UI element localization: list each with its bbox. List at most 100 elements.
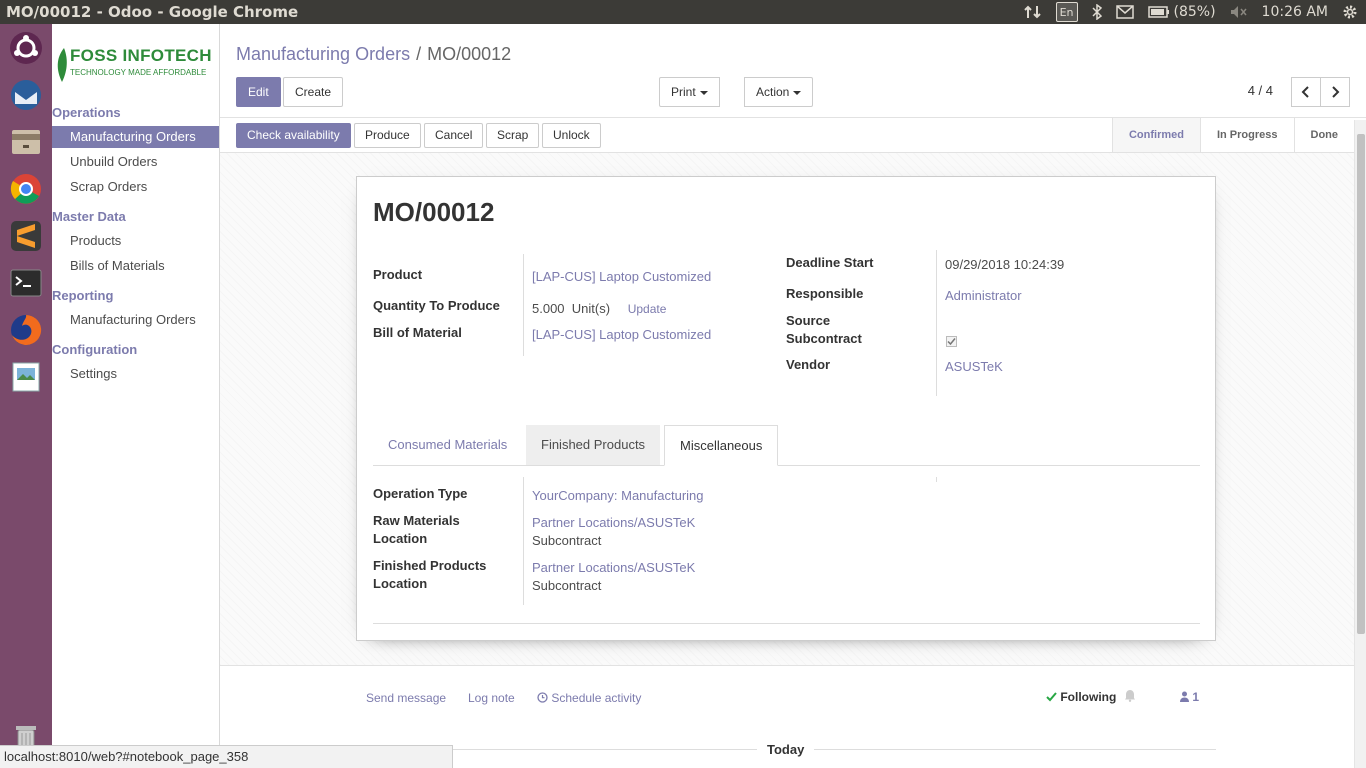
print-label: Print (671, 85, 696, 99)
ubuntu-dash-icon[interactable] (6, 28, 46, 68)
cancel-button[interactable]: Cancel (424, 123, 484, 148)
print-dropdown[interactable]: Print (659, 77, 720, 107)
image-viewer-icon[interactable] (6, 357, 46, 397)
menu-item-manufacturing-orders[interactable]: Manufacturing Orders (52, 126, 219, 148)
link-status-url: localhost:8010/web?#notebook_page_358 (0, 745, 453, 768)
bluetooth-icon[interactable] (1091, 2, 1102, 22)
volume-muted-icon[interactable] (1230, 2, 1248, 22)
company-logo[interactable]: FOSS INFOTECH TECHNOLOGY MADE AFFORDABLE (52, 42, 212, 92)
raw-materials-location-link[interactable]: Partner Locations/ASUSTeK (532, 514, 695, 532)
battery-icon (1147, 6, 1169, 18)
menu-section-master-data: Master Data (52, 209, 126, 224)
quantity-unit: Unit(s) (571, 301, 611, 316)
left-group-divider (523, 254, 524, 356)
menu-item-reporting-manufacturing-orders[interactable]: Manufacturing Orders (52, 309, 219, 331)
source-subcontract-label-line2: Subcontract (786, 331, 862, 346)
mail-icon[interactable] (1115, 2, 1134, 22)
menu-item-unbuild-orders[interactable]: Unbuild Orders (52, 151, 219, 173)
breadcrumb-separator: / (416, 44, 422, 64)
menu-section-operations: Operations (52, 105, 121, 120)
source-subcontract-label-line1: Source (786, 313, 831, 328)
breadcrumb-manufacturing-orders[interactable]: Manufacturing Orders (236, 44, 410, 64)
product-value[interactable]: [LAP-CUS] Laptop Customized (532, 268, 711, 286)
quantity-value: 5.000 Unit(s) Update (532, 300, 666, 318)
quantity-number: 5.000 (532, 301, 565, 316)
scrollbar-thumb[interactable] (1357, 134, 1365, 634)
finished-products-location-sub: Subcontract (532, 578, 602, 593)
action-dropdown[interactable]: Action (744, 77, 814, 107)
clock[interactable]: 10:26 AM (1262, 2, 1328, 22)
firefox-icon[interactable] (6, 310, 46, 350)
chevron-right-icon (1332, 86, 1340, 98)
finished-products-location-label-line1: Finished Products (373, 558, 487, 573)
sublime-text-icon[interactable] (6, 216, 46, 256)
tab-miscellaneous[interactable]: Miscellaneous (664, 425, 779, 466)
menu-section-configuration: Configuration (52, 342, 138, 357)
quantity-update-link[interactable]: Update (628, 302, 667, 316)
followers-count: 1 (1192, 690, 1200, 704)
breadcrumb: Manufacturing Orders / MO/00012 (236, 44, 511, 65)
source-subcontract-checkbox[interactable] (946, 336, 957, 347)
keyboard-layout-indicator[interactable]: En (1055, 2, 1078, 22)
battery-indicator[interactable]: (85%) (1147, 2, 1216, 22)
schedule-activity-label: Schedule activity (551, 691, 642, 705)
followers-button[interactable]: 1 (1180, 690, 1199, 704)
tab-consumed-materials[interactable]: Consumed Materials (373, 425, 522, 465)
pager-previous-button[interactable] (1291, 77, 1321, 107)
check-availability-button[interactable]: Check availability (236, 123, 351, 148)
tab-finished-products[interactable]: Finished Products (526, 425, 661, 465)
form-statusbar: Check availability Produce Cancel Scrap … (220, 117, 1366, 153)
thunderbird-icon[interactable] (6, 75, 46, 115)
edit-button[interactable]: Edit (236, 77, 281, 107)
chrome-icon[interactable] (6, 169, 46, 209)
bell-icon[interactable] (1124, 689, 1136, 706)
right-group-divider (936, 250, 937, 396)
desktop-launcher (0, 24, 52, 768)
chevron-left-icon (1301, 86, 1309, 98)
scrap-button[interactable]: Scrap (486, 123, 540, 148)
product-label: Product (373, 267, 423, 282)
bom-label: Bill of Material (373, 325, 462, 340)
stage-done[interactable]: Done (1293, 118, 1355, 152)
stage-in-progress[interactable]: In Progress (1199, 118, 1294, 152)
deadline-label: Deadline Start (786, 255, 874, 270)
menu-item-products[interactable]: Products (52, 230, 219, 252)
produce-button[interactable]: Produce (354, 123, 421, 148)
bom-value[interactable]: [LAP-CUS] Laptop Customized (532, 326, 711, 344)
log-note-button[interactable]: Log note (468, 691, 515, 705)
main-content: Manufacturing Orders / MO/00012 Edit Creat… (220, 24, 1366, 768)
menu-item-scrap-orders[interactable]: Scrap Orders (52, 176, 219, 198)
schedule-activity-button[interactable]: Schedule activity (537, 691, 641, 705)
terminal-icon[interactable] (6, 263, 46, 303)
menu-item-settings[interactable]: Settings (52, 363, 219, 385)
following-button[interactable]: Following (1046, 690, 1116, 704)
today-separator-label: Today (757, 742, 815, 757)
quantity-label: Quantity To Produce (373, 298, 500, 313)
stage-confirmed[interactable]: Confirmed (1111, 118, 1200, 152)
checkmark-icon (947, 338, 956, 346)
create-button[interactable]: Create (283, 77, 344, 107)
leaf-logo-icon (57, 48, 67, 82)
operation-type-value[interactable]: YourCompany: Manufacturing (532, 487, 704, 505)
pager-value[interactable]: 4 / 4 (1248, 83, 1273, 98)
responsible-value[interactable]: Administrator (945, 287, 1022, 305)
system-tray: En (85%) 10:26 AM (1023, 2, 1358, 22)
pager-next-button[interactable] (1320, 77, 1350, 107)
menu-item-bills-of-materials[interactable]: Bills of Materials (52, 255, 219, 277)
menu-section-reporting: Reporting (52, 288, 114, 303)
send-message-button[interactable]: Send message (366, 691, 446, 705)
notebook-tabs: Consumed Materials Finished Products Mis… (373, 425, 1200, 466)
network-icon[interactable] (1023, 2, 1042, 22)
breadcrumb-current: MO/00012 (427, 44, 512, 64)
files-icon[interactable] (6, 122, 46, 162)
unlock-button[interactable]: Unlock (542, 123, 601, 148)
settings-gear-icon[interactable] (1342, 2, 1358, 22)
user-icon (1180, 691, 1189, 702)
operation-type-label: Operation Type (373, 486, 468, 501)
finished-products-location-link[interactable]: Partner Locations/ASUSTeK (532, 559, 695, 577)
form-sheet: MO/00012 Product [LAP-CUS] Laptop Custom… (356, 176, 1216, 641)
vendor-value[interactable]: ASUSTeK (945, 358, 1003, 376)
vertical-scrollbar[interactable] (1354, 120, 1366, 768)
app-sidebar: FOSS INFOTECH TECHNOLOGY MADE AFFORDABLE… (52, 24, 220, 768)
clock-icon (537, 692, 548, 703)
